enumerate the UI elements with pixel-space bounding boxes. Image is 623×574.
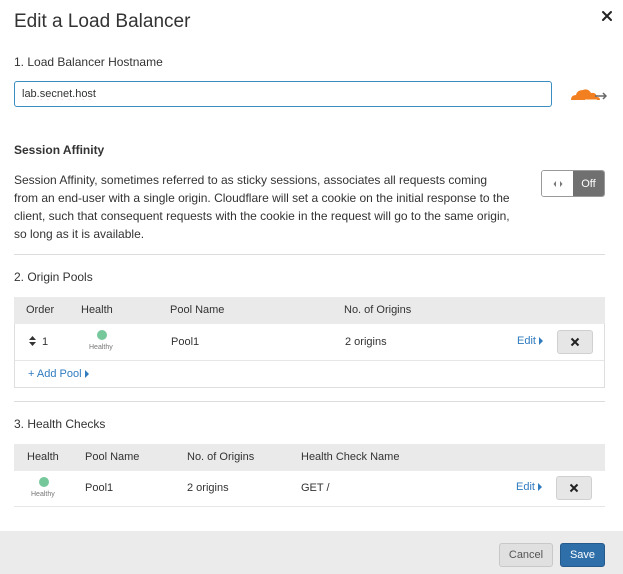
health-checks-table-header: Health Pool Name No. of Origins Health C… xyxy=(14,444,605,471)
pool-name: Pool1 xyxy=(171,336,200,348)
add-pool-label: + Add Pool xyxy=(28,368,82,380)
cloudflare-cloud-icon xyxy=(571,89,607,101)
add-pool-row: + Add Pool xyxy=(14,361,605,388)
table-row: 1 Healthy Pool1 2 origins Edit xyxy=(14,324,605,361)
healthy-status-icon xyxy=(39,477,49,487)
pool-order: 1 xyxy=(42,336,49,348)
dialog-title: Edit a Load Balancer xyxy=(14,11,191,32)
caret-right-icon xyxy=(84,370,89,378)
caret-right-icon xyxy=(537,483,542,491)
close-icon xyxy=(569,483,579,493)
section-divider xyxy=(14,254,605,255)
cancel-button[interactable]: Cancel xyxy=(499,543,553,567)
toggle-arrows-icon xyxy=(553,180,562,187)
drag-sort-icon[interactable] xyxy=(29,336,36,346)
column-header-origins: No. of Origins xyxy=(187,451,255,463)
pool-origins: 2 origins xyxy=(187,482,229,494)
column-header-pool-name: Pool Name xyxy=(85,451,140,463)
edit-label: Edit xyxy=(517,335,536,347)
edit-label: Edit xyxy=(516,481,535,493)
section-divider xyxy=(14,401,605,402)
remove-pool-button[interactable] xyxy=(557,330,593,354)
origin-pools-label: 2. Origin Pools xyxy=(14,270,93,284)
origin-pools-table-header: Order Health Pool Name No. of Origins xyxy=(14,297,605,324)
health-check-name: GET / xyxy=(301,482,330,494)
caret-right-icon xyxy=(538,337,543,345)
close-icon xyxy=(570,337,580,347)
pool-origins: 2 origins xyxy=(345,336,387,348)
pool-name: Pool1 xyxy=(85,482,114,494)
session-affinity-toggle[interactable]: Off xyxy=(541,170,605,197)
health-label: Healthy xyxy=(89,344,113,351)
remove-health-check-button[interactable] xyxy=(556,476,592,500)
column-header-health: Health xyxy=(81,304,113,316)
column-header-pool-name: Pool Name xyxy=(170,304,225,316)
add-pool-link[interactable]: + Add Pool xyxy=(28,368,89,380)
health-checks-label: 3. Health Checks xyxy=(14,417,106,431)
column-header-health: Health xyxy=(27,451,59,463)
session-affinity-description: Session Affinity, sometimes referred to … xyxy=(14,173,510,241)
hostname-input[interactable] xyxy=(14,81,552,107)
close-icon[interactable] xyxy=(600,9,614,23)
column-header-origins: No. of Origins xyxy=(344,304,412,316)
edit-pool-link[interactable]: Edit xyxy=(517,335,543,347)
toggle-state-label: Off xyxy=(573,171,604,196)
toggle-knob xyxy=(542,171,573,196)
session-affinity-heading: Session Affinity xyxy=(14,143,105,157)
column-header-order: Order xyxy=(26,304,55,316)
healthy-status-icon xyxy=(97,330,107,340)
save-button[interactable]: Save xyxy=(560,543,605,567)
table-row: Healthy Pool1 2 origins GET / Edit xyxy=(14,471,605,507)
edit-health-check-link[interactable]: Edit xyxy=(516,481,542,493)
hostname-label: 1. Load Balancer Hostname xyxy=(14,55,163,69)
column-header-health-check-name: Health Check Name xyxy=(301,451,400,463)
health-label: Healthy xyxy=(31,491,55,498)
